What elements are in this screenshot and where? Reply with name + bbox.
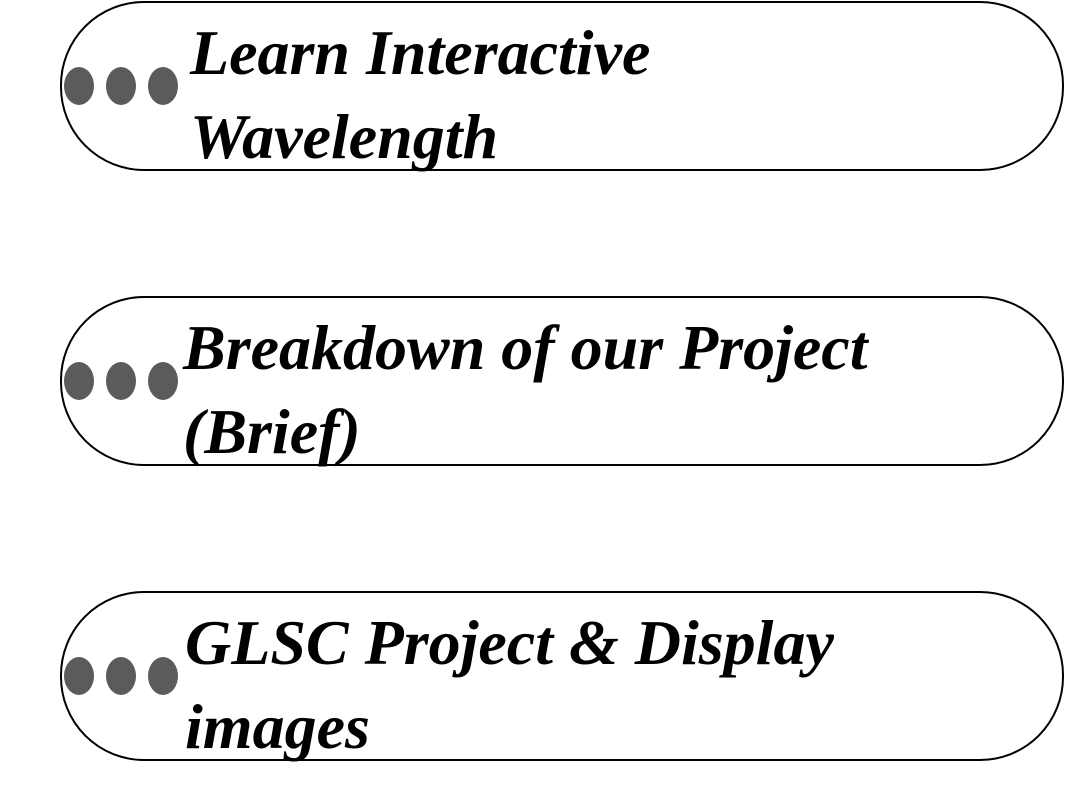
menu-item-label: Learn Interactive Wavelength (190, 17, 651, 172)
menu-item-label: Breakdown of our Project (Brief) (183, 312, 868, 467)
bullet-dots-icon (64, 362, 178, 400)
menu-item-project-breakdown[interactable]: Breakdown of our Project (Brief) (60, 296, 1064, 467)
bullet-dots-icon (64, 67, 178, 105)
menu-item-label: GLSC Project & Display images (185, 607, 834, 762)
menu-item-glsc-project-display[interactable]: GLSC Project & Display images (60, 591, 1064, 762)
menu-item-learn-interactive-wavelength[interactable]: Learn Interactive Wavelength (60, 1, 1064, 172)
bullet-dots-icon (64, 657, 178, 695)
